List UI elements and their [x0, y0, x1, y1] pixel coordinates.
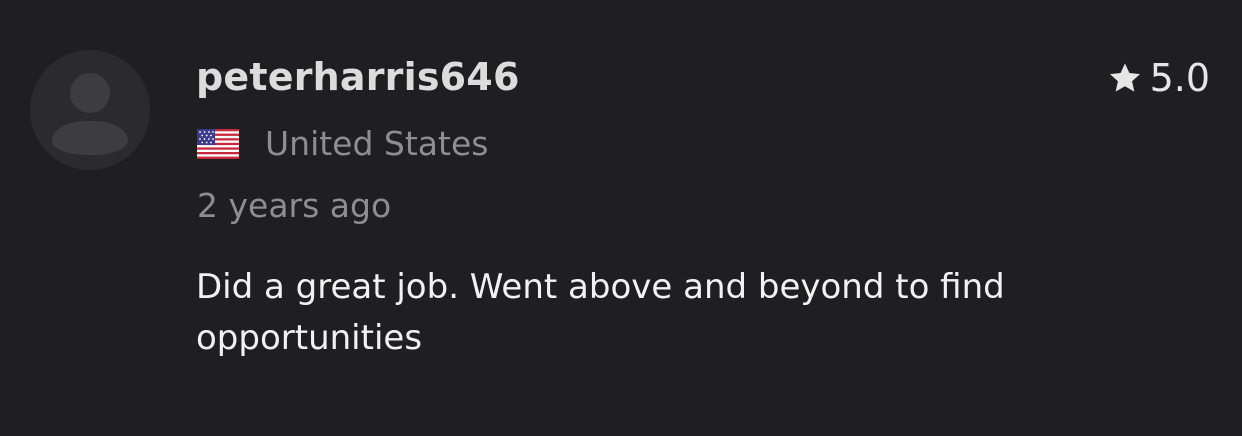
reviewer-country: United States: [265, 124, 489, 163]
us-flag-icon: [197, 128, 239, 159]
avatar-head-shape: [70, 73, 110, 113]
star-icon: [1108, 62, 1142, 95]
reviewer-username[interactable]: peterharris646: [196, 55, 520, 99]
rating: 5.0: [1108, 56, 1210, 100]
review-timestamp: 2 years ago: [197, 186, 392, 225]
rating-value: 5.0: [1149, 56, 1210, 100]
review-card: peterharris646 5.0 United States 2 years…: [0, 0, 1242, 436]
reviewer-location: United States: [197, 124, 488, 163]
review-body-text: Did a great job. Went above and beyond t…: [196, 267, 1005, 358]
avatar-body-shape: [52, 121, 128, 155]
avatar[interactable]: [30, 50, 150, 170]
